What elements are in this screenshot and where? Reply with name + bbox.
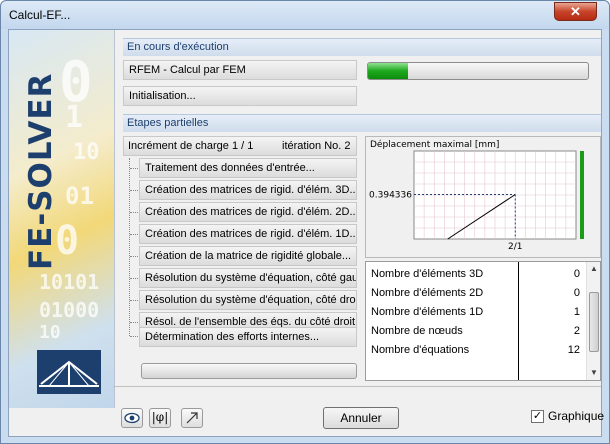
title-bar: Calcul-EF... ✕ xyxy=(1,1,609,29)
execution-header: En cours d'exécution xyxy=(123,38,601,56)
banner-text: FE-SOLVER xyxy=(23,72,59,270)
partial-steps-header: Etapes partielles xyxy=(123,114,601,132)
window-title: Calcul-EF... xyxy=(9,8,71,22)
stat-value: 1 xyxy=(573,306,580,318)
eye-icon xyxy=(124,412,140,424)
stat-label: Nombre de nœuds xyxy=(371,325,463,337)
step-item: Résolution du système d'équation, côté g… xyxy=(139,268,357,288)
stat-value: 2 xyxy=(573,325,580,337)
stat-label: Nombre d'éléments 3D xyxy=(371,268,484,280)
tree-tick xyxy=(130,234,138,235)
dialog-body: 0 1 10 01 0 10101 01000 10 FE-SOLVER En … xyxy=(8,29,605,437)
graph-label: Graphique xyxy=(548,409,605,423)
step-item: Création des matrices de rigid. d'élém. … xyxy=(139,180,357,200)
stat-label: Nombre d'éléments 2D xyxy=(371,287,484,299)
stat-label: Nombre d'équations xyxy=(371,344,470,356)
stat-label: Nombre d'éléments 1D xyxy=(371,306,484,318)
task-field: RFEM - Calcul par FEM xyxy=(123,60,357,80)
fe-solver-banner: 0 1 10 01 0 10101 01000 10 FE-SOLVER xyxy=(9,30,115,408)
stat-row: Nombre d'éléments 1D 1 xyxy=(366,304,588,323)
step-item: Création des matrices de rigid. d'élém. … xyxy=(139,202,357,222)
step-item: Création des matrices de rigid. d'élém. … xyxy=(139,224,357,244)
step-item: Détermination des efforts internes... xyxy=(139,327,357,347)
tree-tick xyxy=(130,168,138,169)
stats-scrollbar[interactable]: ▲ ▼ xyxy=(586,262,600,380)
stat-row: Nombre d'éléments 2D 0 xyxy=(366,285,588,304)
step-progress-bar xyxy=(141,363,357,379)
scroll-thumb[interactable] xyxy=(589,292,599,352)
arrow-icon xyxy=(186,412,198,424)
displacement-indicator xyxy=(580,151,584,239)
dlubal-logo-icon xyxy=(37,350,101,394)
status-field: Initialisation... xyxy=(123,86,357,106)
main-progress-bar xyxy=(367,62,589,80)
model-stats-panel: Nombre d'éléments 3D 0 Nombre d'éléments 2… xyxy=(365,261,601,381)
increment-label: Incrément de charge 1 / 1 xyxy=(128,140,254,152)
view-button[interactable] xyxy=(121,408,143,428)
step-item: Résolution du système d'équation, côté d… xyxy=(139,290,357,310)
tree-connector xyxy=(129,158,130,336)
chart-plot: 0.394336 2/1 xyxy=(369,150,584,252)
stat-value: 12 xyxy=(567,344,580,356)
scroll-down-icon[interactable]: ▼ xyxy=(588,366,600,380)
tree-tick xyxy=(130,300,138,301)
tree-tick xyxy=(130,190,138,191)
arrow-button[interactable] xyxy=(181,408,203,428)
displacement-chart: Déplacement maximal [mm] 0.394336 2/1 xyxy=(365,136,601,258)
tree-tick xyxy=(130,336,138,337)
point-label: 0.394336 xyxy=(369,191,412,201)
cancel-button[interactable]: Annuler xyxy=(323,407,399,429)
step-item: Traitement des données d'entrée... xyxy=(139,158,357,178)
tree-tick xyxy=(130,278,138,279)
main-progress-fill xyxy=(368,63,408,79)
tree-tick xyxy=(130,256,138,257)
stat-row: Nombre d'équations 12 xyxy=(366,342,588,361)
result-button[interactable]: |φ| xyxy=(149,408,171,428)
tree-tick xyxy=(130,322,138,323)
stat-row: Nombre d'éléments 3D 0 xyxy=(366,266,588,285)
iteration-label: itération No. 2 xyxy=(282,140,351,152)
divider xyxy=(113,386,601,387)
phi-icon: |φ| xyxy=(151,410,169,424)
x-tick-label: 2/1 xyxy=(508,242,522,252)
calc-window: Calcul-EF... ✕ 0 1 10 01 0 10101 01000 1… xyxy=(0,0,610,444)
graph-checkbox[interactable]: ✓ xyxy=(531,410,544,423)
tree-tick xyxy=(130,212,138,213)
stat-row: Nombre de nœuds 2 xyxy=(366,323,588,342)
increment-field: Incrément de charge 1 / 1 itération No. … xyxy=(123,136,357,156)
stats-divider xyxy=(518,262,519,380)
step-item: Création de la matrice de rigidité globa… xyxy=(139,246,357,266)
stat-value: 0 xyxy=(573,268,580,280)
scroll-up-icon[interactable]: ▲ xyxy=(588,262,600,276)
stat-value: 0 xyxy=(573,287,580,299)
close-button[interactable]: ✕ xyxy=(554,2,597,21)
